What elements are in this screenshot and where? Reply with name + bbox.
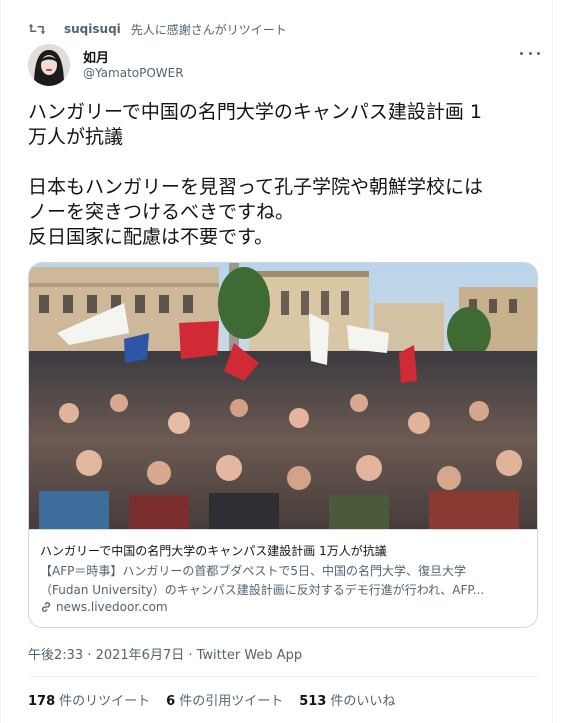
quotes-label: 件の引用ツイート — [179, 694, 284, 709]
retweets-stat[interactable]: 178 件のリツイート — [28, 690, 150, 709]
retweet-icon — [28, 23, 46, 35]
tweet-timestamp[interactable]: 午後2:33 · 2021年6月7日 · Twitter Web App — [28, 644, 302, 663]
divider — [28, 676, 540, 677]
card-image — [29, 263, 537, 529]
retweet-banner: suqisuqi 先人に感謝さんがリツイート — [28, 20, 287, 38]
likes-stat[interactable]: 513 件のいいね — [299, 690, 395, 709]
tweet-text: ハンガリーで中国の名門大学のキャンパス建設計画 1 万人が抗議 日本もハンガリー… — [28, 101, 484, 248]
retweeter-name[interactable]: suqisuqi — [64, 22, 121, 36]
author-name[interactable]: 如月 — [83, 47, 109, 66]
link-card[interactable]: ハンガリーで中国の名門大学のキャンパス建設計画 1万人が抗議 【AFP＝時事】ハ… — [28, 262, 538, 628]
card-domain-text: news.livedoor.com — [56, 600, 168, 614]
card-description-line: 【AFP＝時事】ハンガリーの首都ブダペストで5日、中国の名門大学、復旦大学 — [40, 564, 466, 578]
likes-label: 件のいいね — [330, 694, 396, 709]
avatar[interactable] — [28, 44, 70, 86]
retweets-label: 件のリツイート — [59, 694, 151, 709]
retweet-banner-text: 先人に感謝さんがリツイート — [130, 22, 287, 37]
retweets-count: 178 — [28, 694, 56, 709]
left-border — [0, 0, 1, 723]
card-description: 【AFP＝時事】ハンガリーの首都ブダペストで5日、中国の名門大学、復旦大学 （F… — [40, 562, 528, 600]
more-icon[interactable] — [520, 46, 540, 60]
right-border — [552, 0, 553, 723]
likes-count: 513 — [299, 694, 327, 709]
engagement-stats: 178 件のリツイート 6 件の引用ツイート 513 件のいいね — [28, 690, 411, 709]
card-domain[interactable]: news.livedoor.com — [40, 600, 168, 614]
card-title[interactable]: ハンガリーで中国の名門大学のキャンパス建設計画 1万人が抗議 — [40, 542, 387, 559]
quotes-count: 6 — [166, 694, 176, 709]
author-handle[interactable]: @YamatoPOWER — [83, 66, 184, 80]
avatar-image — [28, 44, 70, 86]
quotes-stat[interactable]: 6 件の引用ツイート — [166, 690, 283, 709]
link-icon — [41, 602, 51, 612]
card-description-line: （Fudan University）のキャンパス建設計画に反対するデモ行進が行わ… — [40, 583, 485, 597]
card-divider — [29, 529, 537, 530]
